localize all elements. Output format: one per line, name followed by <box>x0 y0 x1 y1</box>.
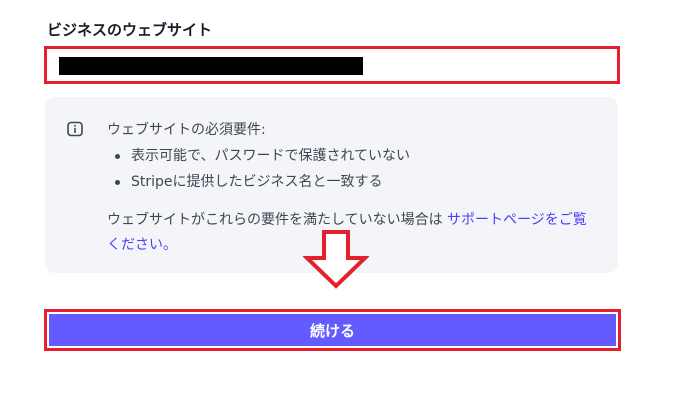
support-note-text: ウェブサイトがこれらの要件を満たしていない場合は <box>107 212 443 228</box>
continue-button[interactable]: 続ける <box>49 314 616 346</box>
requirements-list: 表示可能で、パスワードで保護されていない Stripeに提供したビジネス名と一致… <box>107 143 597 195</box>
requirements-heading: ウェブサイトの必須要件: <box>107 122 266 138</box>
requirement-item: 表示可能で、パスワードで保護されていない <box>107 143 597 169</box>
website-input[interactable] <box>44 46 620 84</box>
website-field-label: ビジネスのウェブサイト <box>47 21 213 39</box>
info-icon <box>67 121 83 137</box>
redacted-website-value <box>59 57 363 75</box>
down-arrow-icon <box>303 230 369 289</box>
continue-button-highlight: 続ける <box>44 309 621 351</box>
requirement-item: Stripeに提供したビジネス名と一致する <box>107 169 597 195</box>
